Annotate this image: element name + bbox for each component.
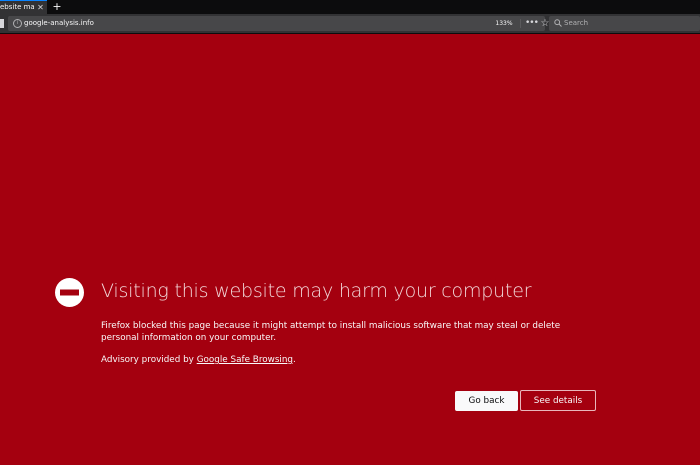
sidebar-edge-icon[interactable] [0,19,4,28]
zoom-level-badge[interactable]: 133% [493,19,515,28]
tab-strip: ebsite may ✕ + [0,0,700,14]
blocked-page-content: Visiting this website may harm your comp… [0,34,700,465]
error-title: Visiting this website may harm your comp… [101,280,532,302]
go-back-button[interactable]: Go back [455,391,518,411]
advisory-prefix: Advisory provided by [101,355,197,365]
browser-window: ebsite may ✕ + i google-analysis.info 13… [0,0,700,465]
block-icon [55,278,84,307]
search-input[interactable] [564,16,694,31]
advisory-suffix: . [293,355,296,365]
error-description: Firefox blocked this page because it mig… [101,321,561,343]
search-icon [554,19,562,27]
safe-browsing-link[interactable]: Google Safe Browsing [197,355,293,365]
url-text[interactable]: google-analysis.info [24,16,94,31]
see-details-button[interactable]: See details [520,390,596,411]
tab-close-icon[interactable]: ✕ [36,2,45,13]
active-tab[interactable]: ebsite may ✕ [0,0,47,14]
info-icon[interactable]: i [13,19,22,28]
page-actions-icon[interactable]: ••• [525,17,539,30]
advisory-text: Advisory provided by Google Safe Browsin… [101,354,591,366]
urlbar-divider [520,19,521,28]
search-bar[interactable] [549,16,700,31]
tab-title: ebsite may [0,3,34,11]
navigation-toolbar: i google-analysis.info 133% ••• ☆ [0,14,700,34]
address-bar[interactable]: i google-analysis.info 133% ••• ☆ [8,16,549,31]
new-tab-icon[interactable]: + [51,0,63,14]
